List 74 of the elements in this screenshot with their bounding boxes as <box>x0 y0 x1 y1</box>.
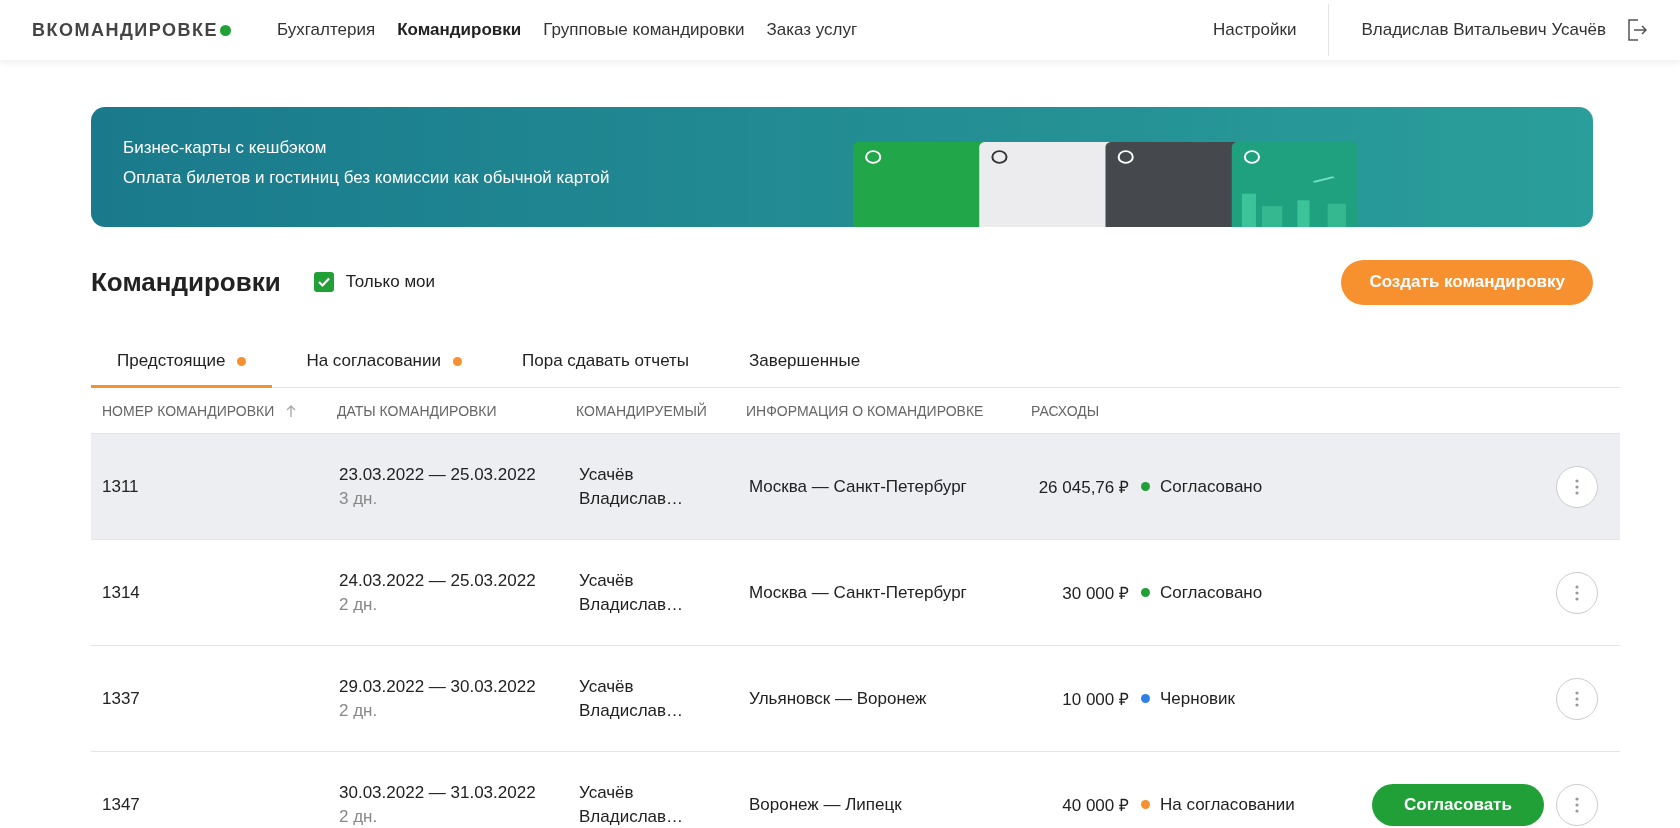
sort-arrow-icon[interactable] <box>286 403 297 418</box>
table-row[interactable]: 1314 24.03.2022 — 25.03.2022 2 дн. Усачёв Владислав… Москва — Санкт-Петербург 30 000 ₽ Согласовано <box>91 540 1620 646</box>
table-cell-text: Владислав… <box>579 594 685 615</box>
table-cell-text: Владислав… <box>579 700 685 721</box>
more-options-button[interactable] <box>1556 571 1598 614</box>
more-icon <box>1575 796 1579 813</box>
tab[interactable]: Пора сдавать отчеты <box>496 341 716 388</box>
nav-link[interactable]: Командировки <box>397 20 522 40</box>
column-header-text: КОМАНДИРУЕМЫЙ <box>576 402 707 419</box>
table-cell: Воронеж — Липецк <box>749 794 902 814</box>
tab[interactable]: На согласовании <box>280 341 488 388</box>
column-header[interactable]: НОМЕР КОМАНДИРОВКИ <box>91 402 336 419</box>
table-cell: 1311 <box>102 476 139 496</box>
table-cell: 30 000 ₽ <box>1062 584 1129 603</box>
logo[interactable]: ВКОМАНДИРОВКЕ <box>32 19 218 41</box>
table-cell-text: 29.03.2022 — 30.03.2022 <box>339 676 537 697</box>
status-text: Согласовано <box>1160 582 1263 603</box>
table-cell: 10 000 ₽ <box>1062 690 1129 709</box>
more-icon <box>1575 690 1579 707</box>
banner-title: Бизнес-карты с кешбэком <box>123 138 328 158</box>
banner-subtitle: Оплата билетов и гостиниц без комиссии как обычной картой <box>123 168 610 188</box>
column-header-text: РАСХОДЫ <box>1031 402 1100 419</box>
nav-link[interactable]: Бухгалтерия <box>277 20 376 40</box>
column-header[interactable]: КОМАНДИРУЕМЫЙ <box>576 402 746 419</box>
duration-text: 2 дн. <box>339 700 379 721</box>
duration-text: 2 дн. <box>339 594 379 615</box>
column-header[interactable]: ДАТЫ КОМАНДИРОВКИ <box>336 402 576 419</box>
table-cell: 1314 <box>102 582 140 602</box>
tab[interactable]: Предстоящие <box>91 341 273 388</box>
status-text: Черновик <box>1160 688 1236 709</box>
table-cell-text: Владислав… <box>579 488 685 509</box>
column-header-text: ИНФОРМАЦИЯ О КОМАНДИРОВКЕ <box>746 402 984 419</box>
column-header[interactable]: ИНФОРМАЦИЯ О КОМАНДИРОВКЕ <box>746 402 1031 419</box>
table-cell: 26 045,76 ₽ <box>1038 478 1129 497</box>
table-cell: Москва — Санкт-Петербург <box>749 582 967 602</box>
status-text: На согласовании <box>1160 794 1295 815</box>
table-cell-text: Усачёв <box>579 676 635 697</box>
table-cell-text: Усачёв <box>579 782 635 803</box>
status-text: Согласовано <box>1160 476 1263 497</box>
table-cell-text: Усачёв <box>579 570 635 591</box>
duration-text: 3 дн. <box>339 488 379 509</box>
more-icon <box>1575 584 1579 601</box>
table-cell-text: 23.03.2022 — 25.03.2022 <box>339 464 537 485</box>
table-cell: Москва — Санкт-Петербург <box>749 476 967 496</box>
more-options-button[interactable] <box>1556 783 1598 826</box>
duration-text: 2 дн. <box>339 806 379 827</box>
logout-icon[interactable] <box>1626 18 1648 42</box>
only-mine-checkbox[interactable]: Только мои <box>313 272 1342 292</box>
settings-link[interactable]: Настройки <box>1213 20 1297 40</box>
table-row[interactable]: 1311 23.03.2022 — 25.03.2022 3 дн. Усачёв Владислав… Москва — Санкт-Петербург 26 045,76 ₽ Согласовано <box>91 434 1620 540</box>
table-cell-text: 30.03.2022 — 31.03.2022 <box>339 782 537 803</box>
table-cell: 40 000 ₽ <box>1062 796 1129 815</box>
more-options-button[interactable] <box>1556 677 1598 720</box>
promo-banner[interactable]: Бизнес-карты с кешбэком Оплата билетов и гостиниц без комиссии как обычной картой <box>91 107 1593 227</box>
nav-link[interactable]: Групповые командировки <box>543 20 745 40</box>
table-cell: Ульяновск — Воронеж <box>749 688 927 708</box>
more-options-button[interactable] <box>1556 465 1598 508</box>
table-cell: 1347 <box>102 794 140 814</box>
table-cell-text: Владислав… <box>579 806 685 827</box>
page-title: Командировки <box>91 266 281 298</box>
column-header[interactable]: РАСХОДЫ <box>1031 402 1141 419</box>
checkbox-icon[interactable] <box>313 272 334 292</box>
table-row[interactable]: 1347 30.03.2022 — 31.03.2022 2 дн. Усачёв Владислав… Воронеж — Липецк 40 000 ₽ На согласовании Согласовать <box>91 752 1620 828</box>
user-name[interactable]: Владислав Витальевич Усачёв <box>1361 20 1606 40</box>
column-header-text: НОМЕР КОМАНДИРОВКИ <box>102 402 275 419</box>
tab[interactable]: Завершенные <box>723 341 887 388</box>
column-header-text: ДАТЫ КОМАНДИРОВКИ <box>337 402 497 419</box>
table-row[interactable]: 1337 29.03.2022 — 30.03.2022 2 дн. Усачёв Владислав… Ульяновск — Воронеж 10 000 ₽ Черновик <box>91 646 1620 752</box>
table-cell-text: Усачёв <box>579 464 635 485</box>
table-cell-text: 24.03.2022 — 25.03.2022 <box>339 570 537 591</box>
logo-dot-icon <box>220 24 231 36</box>
table-cell: 1337 <box>102 688 140 708</box>
nav-link[interactable]: Заказ услуг <box>766 20 858 40</box>
more-icon <box>1575 478 1579 495</box>
